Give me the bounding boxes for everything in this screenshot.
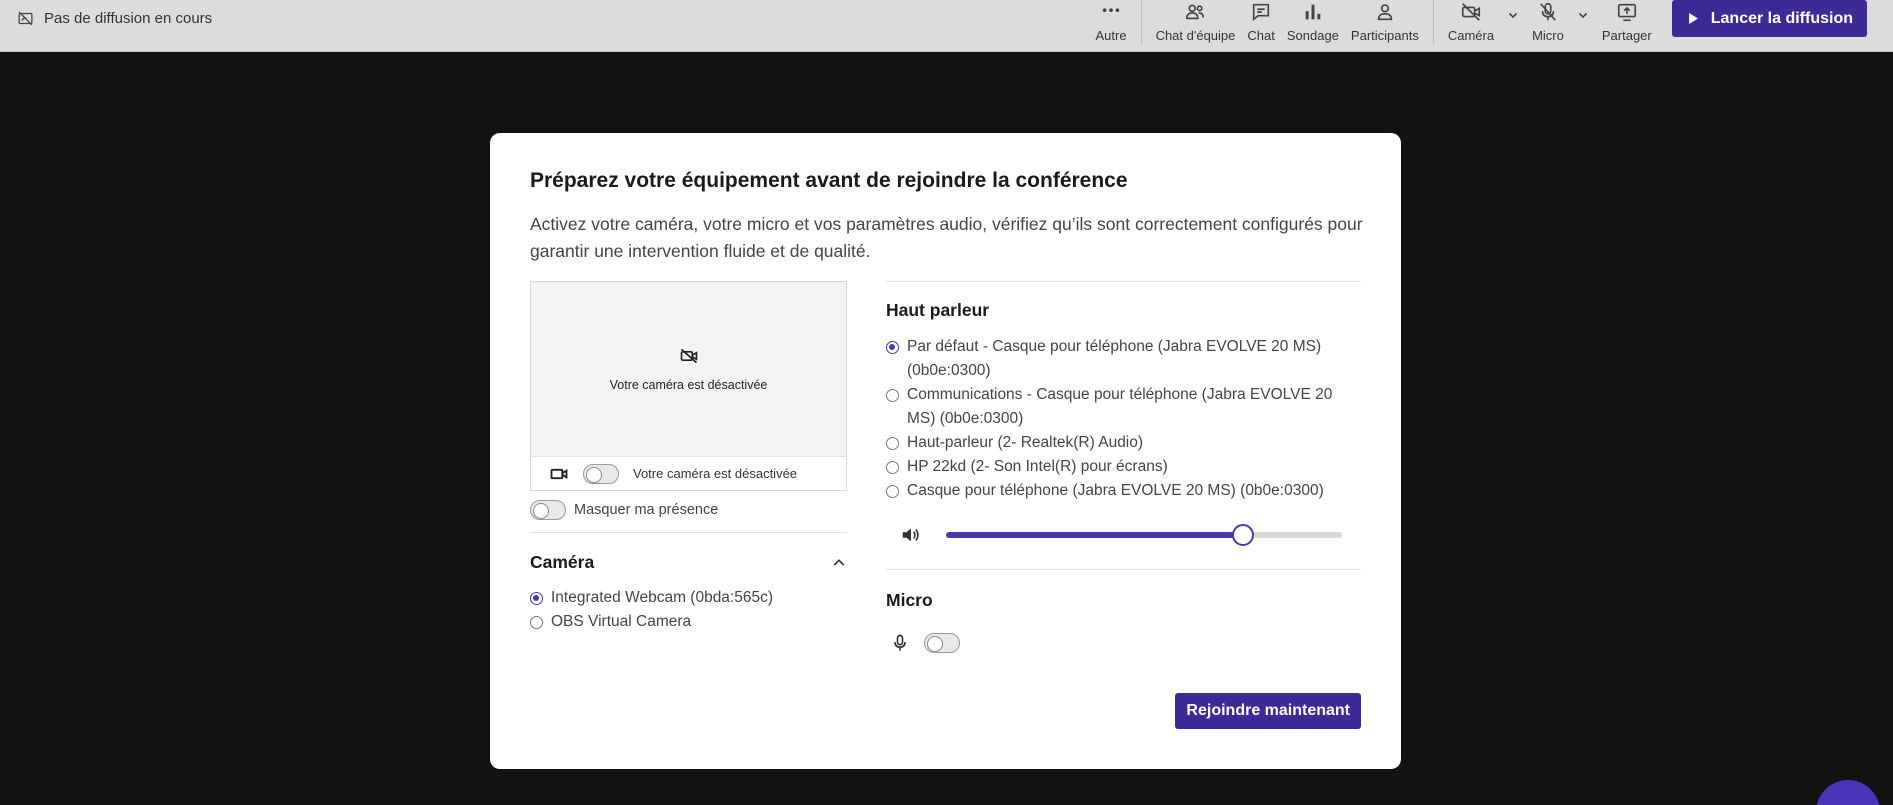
mic-options-dropdown[interactable]: [1570, 0, 1596, 52]
speaker-option[interactable]: HP 22kd (2- Son Intel(R) pour écrans): [886, 455, 1361, 479]
hide-presence-label: Masquer ma présence: [574, 502, 719, 518]
speaker-option[interactable]: Casque pour téléphone (Jabra EVOLVE 20 M…: [886, 479, 1361, 503]
camera-options: Integrated Webcam (0bda:565c) OBS Virtua…: [530, 586, 847, 634]
chevron-up-icon: [833, 558, 845, 566]
dialog-title: Préparez votre équipement avant de rejoi…: [530, 169, 1128, 192]
top-toolbar: Pas de diffusion en cours Autre Chat d'é…: [0, 0, 1893, 52]
camera-column: Votre caméra est désactivée Votre caméra…: [530, 281, 847, 634]
speaker-option-label: Casque pour téléphone (Jabra EVOLVE 20 M…: [907, 482, 1324, 499]
mic-off-icon: [1540, 2, 1556, 21]
toolbar-tools: Autre Chat d'équipe Chat Sondage Partici…: [1089, 0, 1867, 52]
camera-option-label: Integrated Webcam (0bda:565c): [551, 589, 774, 606]
camera-preview: Votre caméra est désactivée Votre caméra…: [530, 281, 847, 491]
camera-off-icon: [1461, 3, 1481, 21]
volume-slider-fill: [946, 532, 1243, 538]
poll-chart-icon: [1305, 4, 1321, 20]
camera-option[interactable]: OBS Virtual Camera: [530, 610, 847, 634]
speaker-option-label: HP 22kd (2- Son Intel(R) pour écrans): [907, 458, 1168, 475]
speaker-option[interactable]: Haut-parleur (2- Realtek(R) Audio): [886, 431, 1361, 455]
camera-option[interactable]: Integrated Webcam (0bda:565c): [530, 586, 847, 610]
speaker-option-label: Communications - Casque pour téléphone (…: [907, 386, 1333, 427]
divider: [886, 569, 1361, 570]
launch-broadcast-button[interactable]: Lancer la diffusion: [1671, 0, 1867, 37]
broadcast-status-label: Pas de diffusion en cours: [44, 9, 213, 27]
camera-section-title: Caméra: [530, 552, 595, 572]
more-button[interactable]: Autre: [1089, 0, 1132, 52]
share-button[interactable]: Partager: [1596, 0, 1658, 52]
speaker-option[interactable]: Par défaut - Casque pour téléphone (Jabr…: [886, 335, 1361, 383]
join-now-button[interactable]: Rejoindre maintenant: [1175, 693, 1361, 729]
speaker-volume-row: [886, 520, 1361, 550]
volume-slider[interactable]: [946, 524, 1342, 546]
camera-options-dropdown[interactable]: [1500, 0, 1526, 52]
dialog-description: Activez votre caméra, votre micro et vos…: [530, 214, 1363, 261]
poll-label: Sondage: [1286, 28, 1339, 43]
participants-button[interactable]: Participants: [1345, 0, 1425, 52]
radio-button[interactable]: [530, 616, 543, 629]
mic-toggle[interactable]: [924, 633, 960, 653]
chat-label: Chat: [1247, 28, 1275, 43]
chat-icon: [1252, 3, 1270, 22]
poll-button[interactable]: Sondage: [1281, 0, 1345, 52]
video-camera-icon: [550, 468, 568, 479]
camera-label: Caméra: [1447, 28, 1495, 43]
radio-button[interactable]: [886, 461, 899, 474]
toolbar-separator: [1140, 0, 1142, 44]
speaker-option-label: Par défaut - Casque pour téléphone (Jabr…: [907, 338, 1322, 379]
hide-presence-row: Masquer ma présence: [530, 500, 847, 520]
participants-label: Participants: [1350, 28, 1419, 43]
divider: [886, 281, 1361, 282]
divider: [530, 532, 847, 533]
equipment-setup-dialog: Préparez votre équipement avant de rejoi…: [490, 133, 1401, 769]
chat-button[interactable]: Chat: [1241, 0, 1280, 52]
team-chat-label: Chat d'équipe: [1155, 28, 1236, 43]
camera-toggle-button[interactable]: Caméra: [1442, 0, 1500, 52]
mic-section-title: Micro: [886, 590, 933, 610]
broadcast-status: Pas de diffusion en cours: [17, 0, 212, 36]
camera-disabled-text: Votre caméra est désactivée: [609, 378, 768, 392]
mic-control-row: [886, 633, 1361, 653]
radio-button[interactable]: [886, 389, 899, 402]
camera-section-header[interactable]: Caméra: [530, 552, 847, 573]
mic-toggle-button[interactable]: Micro: [1526, 0, 1570, 52]
team-chat-button[interactable]: Chat d'équipe: [1150, 0, 1242, 52]
floating-action-button[interactable]: [1816, 780, 1880, 805]
share-label: Partager: [1601, 28, 1652, 43]
camera-toggle[interactable]: [583, 463, 619, 484]
radio-button[interactable]: [886, 485, 899, 498]
more-label: Autre: [1095, 28, 1127, 43]
speaker-option-label: Haut-parleur (2- Realtek(R) Audio): [907, 434, 1144, 451]
chevron-down-icon: [1578, 12, 1587, 19]
broadcast-off-icon: [18, 11, 33, 25]
mic-label: Micro: [1532, 28, 1564, 43]
camera-toggle-label: Votre caméra est désactivée: [633, 466, 798, 481]
more-dots-icon: [1102, 8, 1120, 12]
play-icon: [1688, 13, 1698, 24]
person-icon: [1377, 4, 1393, 21]
volume-slider-thumb[interactable]: [1232, 524, 1254, 546]
camera-preview-message: Votre caméra est désactivée: [531, 346, 846, 392]
radio-button-selected[interactable]: [886, 341, 899, 354]
hide-presence-toggle[interactable]: [530, 500, 566, 520]
launch-broadcast-label: Lancer la diffusion: [1710, 9, 1853, 27]
team-icon: [1186, 4, 1205, 20]
toolbar-separator: [1432, 0, 1434, 44]
radio-button[interactable]: [886, 437, 899, 450]
chevron-down-icon: [1509, 12, 1518, 19]
camera-preview-controls: Votre caméra est désactivée: [531, 456, 846, 490]
volume-icon: [902, 528, 919, 542]
speaker-option[interactable]: Communications - Casque pour téléphone (…: [886, 383, 1361, 431]
camera-off-icon: [680, 348, 697, 364]
microphone-icon: [894, 634, 906, 651]
radio-button-selected[interactable]: [530, 592, 543, 605]
share-screen-icon: [1617, 3, 1636, 22]
camera-option-label: OBS Virtual Camera: [551, 613, 692, 630]
speaker-options: Par défaut - Casque pour téléphone (Jabr…: [886, 335, 1361, 503]
audio-column: Haut parleur Par défaut - Casque pour té…: [886, 281, 1361, 653]
speaker-section-title: Haut parleur: [886, 300, 990, 320]
